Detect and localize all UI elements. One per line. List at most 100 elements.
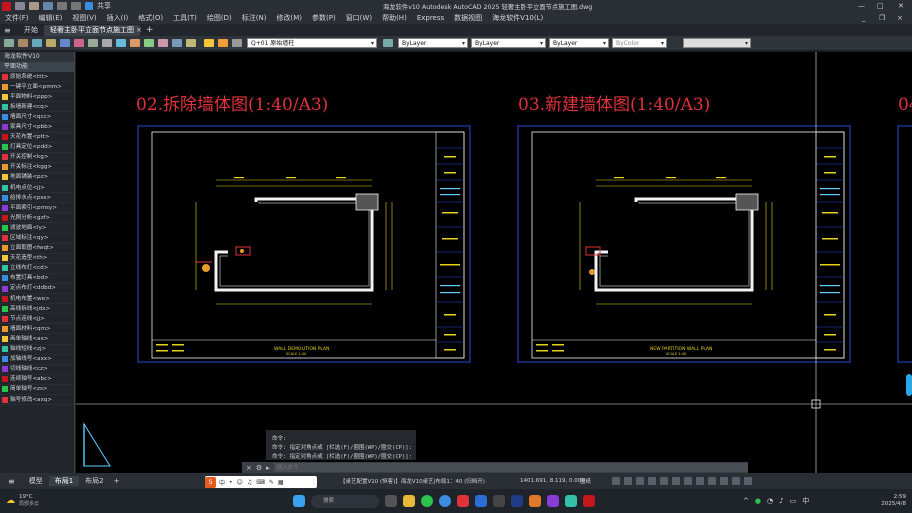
palette-item[interactable]: 机电点位<jj>	[0, 183, 74, 194]
palette-item[interactable]: 轴线短线<zj>	[0, 345, 74, 355]
file-explorer-icon[interactable]	[403, 495, 415, 507]
menu-hailong[interactable]: 海龙软件V10(L)	[487, 13, 548, 23]
palette-item[interactable]: 墙面尺寸<qcc>	[0, 112, 74, 123]
ime-logo-icon[interactable]: S	[205, 476, 216, 488]
add-layout-icon[interactable]: +	[110, 477, 124, 485]
sun-icon[interactable]	[218, 39, 228, 47]
palette-item[interactable]: 轴号修改<axq>	[0, 395, 74, 406]
status-mode[interactable]: 图纸	[580, 477, 591, 485]
doc-close-button[interactable]: ×	[897, 14, 903, 22]
close-button[interactable]: ✕	[898, 2, 904, 10]
workspace-icon[interactable]	[732, 477, 740, 485]
tool-icon-14[interactable]	[186, 39, 196, 47]
clock-date[interactable]: 2025/4/8	[868, 501, 906, 508]
tool-icon-1[interactable]	[4, 39, 14, 47]
palette-item[interactable]: 一键平立面<pmm>	[0, 82, 74, 93]
ime-keyboard-icon[interactable]: ⌨	[256, 479, 265, 486]
selection-cycling-icon[interactable]	[708, 477, 716, 485]
tray-volume-icon[interactable]: ♪	[779, 497, 783, 505]
hamburger-menu-icon[interactable]: ≡	[4, 26, 14, 35]
tool-icon-10[interactable]	[130, 39, 140, 47]
tab-layout1[interactable]: 布局1	[48, 476, 80, 486]
menu-window[interactable]: 窗口(W)	[341, 13, 377, 23]
layout-menu-icon[interactable]: ≡	[8, 477, 15, 486]
menu-data-view[interactable]: 数据视图	[449, 13, 487, 23]
ime-skin-icon[interactable]: ✎	[269, 479, 274, 486]
customization-icon[interactable]	[744, 477, 752, 485]
wechat-icon[interactable]	[421, 495, 433, 507]
tray-ime-icon[interactable]: 中	[802, 496, 809, 506]
app-icon-6[interactable]	[565, 495, 577, 507]
drawing-svg[interactable]: 02.拆除墙体图(1:40/A3) 03.新建墙体图(1:40/A3) 04.	[76, 52, 912, 473]
palette-item[interactable]: 高线拆线<jdx>	[0, 304, 74, 315]
menu-parametric[interactable]: 参数(P)	[307, 13, 341, 23]
windows-start-icon[interactable]	[293, 495, 305, 507]
lock-icon[interactable]	[232, 39, 242, 47]
drawing-canvas[interactable]: 02.拆除墙体图(1:40/A3) 03.新建墙体图(1:40/A3) 04.	[76, 52, 912, 473]
clock-time[interactable]: 2:59	[868, 494, 906, 501]
doc-minimize-button[interactable]: _	[862, 14, 866, 22]
autocad-logo-icon[interactable]	[2, 1, 11, 11]
palette-item[interactable]: 地面铺装<pz>	[0, 173, 74, 184]
maximize-button[interactable]: □	[877, 2, 884, 10]
tray-battery-icon[interactable]: ▭	[790, 497, 797, 505]
grid-toggle-icon[interactable]	[612, 477, 620, 485]
weather-icon[interactable]: ☁	[6, 496, 15, 506]
command-input[interactable]	[273, 463, 748, 472]
new-file-icon[interactable]	[15, 2, 25, 10]
ime-punct-icon[interactable]: •	[229, 479, 233, 486]
palette-item[interactable]: 墙面材料<qm>	[0, 324, 74, 335]
menu-edit[interactable]: 编辑(E)	[34, 13, 68, 23]
new-tab-icon[interactable]: +	[146, 25, 154, 35]
palette-item[interactable]: 拆墙新建<cq>	[0, 102, 74, 113]
tray-network-icon[interactable]: ◔	[767, 497, 773, 505]
tab-close-icon[interactable]: ×	[136, 26, 142, 34]
nav-scroll-handle[interactable]	[906, 374, 912, 396]
tool-icon-5[interactable]	[60, 39, 70, 47]
tool-icon-4[interactable]	[46, 39, 56, 47]
doc-restore-button[interactable]: ❐	[879, 14, 885, 22]
palette-item[interactable]: 平面索引<pmsy>	[0, 203, 74, 214]
annotation-scale-icon[interactable]	[720, 477, 728, 485]
palette-item[interactable]: 机电布置<we>	[0, 294, 74, 305]
palette-item[interactable]: 灯具定位<pdd>	[0, 143, 74, 153]
app-icon-5[interactable]	[547, 495, 559, 507]
palette-item[interactable]: 天花造型<th>	[0, 254, 74, 264]
layer-dropdown[interactable]: Q+01 原始墙柱	[247, 38, 377, 48]
palette-item[interactable]: 加轴线号<axx>	[0, 355, 74, 365]
lineweight-toggle-icon[interactable]	[684, 477, 692, 485]
palette-item[interactable]: 原始系统<ttt>	[0, 72, 74, 83]
palette-item[interactable]: 布置灯具<bd>	[0, 274, 74, 284]
tray-chevron-icon[interactable]: ^	[743, 497, 749, 505]
menu-format[interactable]: 格式(O)	[133, 13, 168, 23]
snap-toggle-icon[interactable]	[624, 477, 632, 485]
tab-layout2[interactable]: 布局2	[79, 476, 109, 486]
palette-item[interactable]: 立面取图<fwqt>	[0, 244, 74, 254]
app-icon-4[interactable]	[529, 495, 541, 507]
tool-icon-9[interactable]	[116, 39, 126, 47]
tool-icon-3[interactable]	[32, 39, 42, 47]
tab-start[interactable]: 开始	[18, 25, 44, 36]
ime-emoji-icon[interactable]: ☺	[237, 479, 243, 486]
taskbar-search[interactable]: 搜索	[311, 494, 379, 508]
menu-tools[interactable]: 工具(T)	[168, 13, 202, 23]
ortho-toggle-icon[interactable]	[636, 477, 644, 485]
palette-item[interactable]: 切线轴线<cz>	[0, 365, 74, 375]
command-close-icon[interactable]: ×	[246, 464, 252, 472]
undo-icon[interactable]	[57, 2, 67, 10]
palette-item[interactable]: 简单轴号<zs>	[0, 385, 74, 395]
ime-toolbar[interactable]: S 中 • ☺ ♫ ⌨ ✎ ▦	[205, 476, 317, 488]
blank-dropdown[interactable]	[683, 38, 751, 48]
palette-item[interactable]: 光照分析<gzf>	[0, 213, 74, 224]
ime-menu-icon[interactable]: ▦	[278, 479, 284, 486]
tool-icon-6[interactable]	[74, 39, 84, 47]
ime-voice-icon[interactable]: ♫	[247, 479, 252, 486]
tab-active-drawing[interactable]: 轻奢主卧平立面节点施工图	[44, 24, 140, 36]
linetype-dropdown[interactable]: ByLayer	[471, 38, 546, 48]
save-icon[interactable]	[43, 2, 53, 10]
palette-item[interactable]: 开关标注<kgg>	[0, 163, 74, 173]
minimize-button[interactable]: —	[858, 2, 865, 10]
browser-icon[interactable]	[439, 495, 451, 507]
palette-item[interactable]: 开关控制<kg>	[0, 153, 74, 163]
palette-item[interactable]: 节点连线<jj>	[0, 314, 74, 325]
